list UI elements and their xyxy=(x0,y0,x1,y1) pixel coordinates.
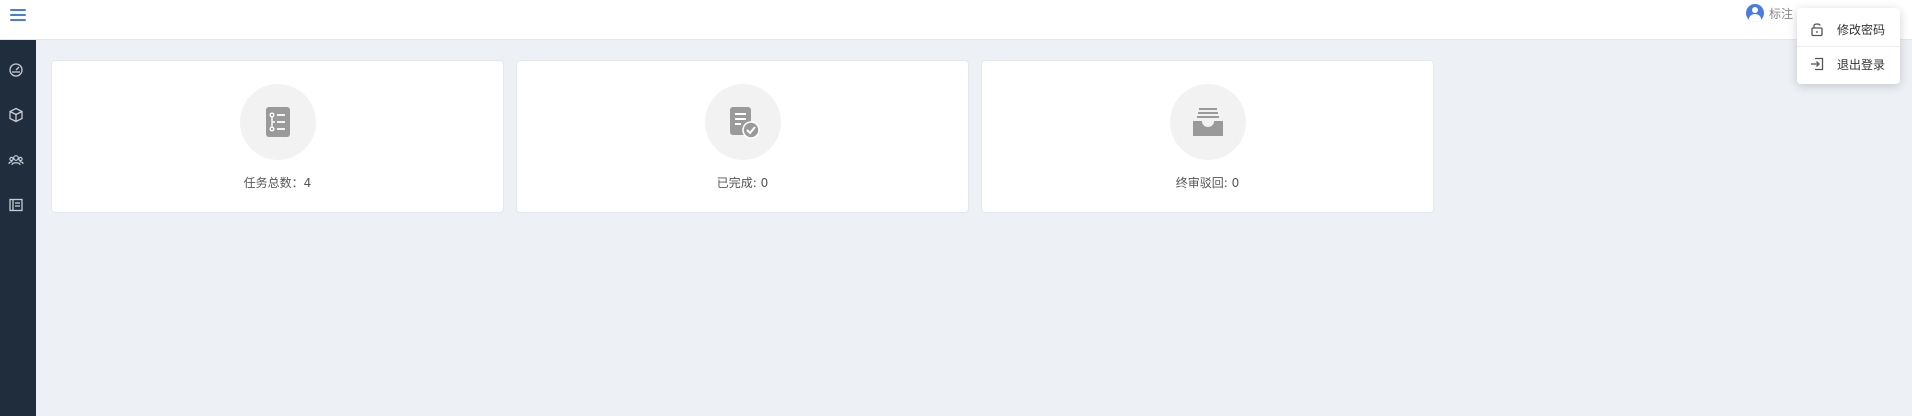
lock-icon xyxy=(1811,23,1823,37)
people-icon xyxy=(8,155,24,166)
icon-circle xyxy=(239,84,316,160)
logout-label[interactable]: 退出登录 xyxy=(1837,56,1885,73)
menu-item-logout[interactable]: 退出登录 xyxy=(1797,47,1900,81)
sidebar-item-cube[interactable] xyxy=(6,105,26,125)
menu-item-change-password[interactable]: 修改密码 xyxy=(1797,12,1900,46)
completed-label: 已完成: 0 xyxy=(716,176,769,190)
task-list-icon xyxy=(265,107,290,137)
hamburger-icon[interactable] xyxy=(10,9,26,23)
icon-circle xyxy=(704,84,781,160)
dashboard-icon xyxy=(9,63,23,77)
logout-icon xyxy=(1811,57,1824,71)
sidebar-item-people[interactable] xyxy=(6,150,26,170)
sidebar-item-dashboard[interactable] xyxy=(6,60,26,80)
sidebar-item-book[interactable] xyxy=(6,195,26,215)
user-dropdown-menu: 修改密码 退出登录 xyxy=(1797,8,1900,84)
sidebar xyxy=(0,40,36,416)
top-header: 标注 xyxy=(0,0,1912,40)
completed-doc-icon xyxy=(729,107,760,139)
user-name[interactable]: 标注 xyxy=(1769,5,1793,22)
book-icon xyxy=(9,198,23,212)
stat-card-completed: 已完成: 0 xyxy=(516,60,969,213)
cube-icon xyxy=(9,107,23,123)
icon-circle xyxy=(1169,84,1246,160)
user-avatar-icon[interactable] xyxy=(1746,4,1764,22)
inbox-icon xyxy=(1192,108,1223,136)
total-tasks-label: 任务总数：4 xyxy=(243,176,312,190)
rejected-label: 终审驳回: 0 xyxy=(1175,176,1240,190)
user-menu[interactable]: 标注 xyxy=(1746,3,1793,23)
stat-card-total-tasks: 任务总数：4 xyxy=(51,60,504,213)
stat-card-rejected: 终审驳回: 0 xyxy=(981,60,1434,213)
change-password-label[interactable]: 修改密码 xyxy=(1837,21,1885,38)
